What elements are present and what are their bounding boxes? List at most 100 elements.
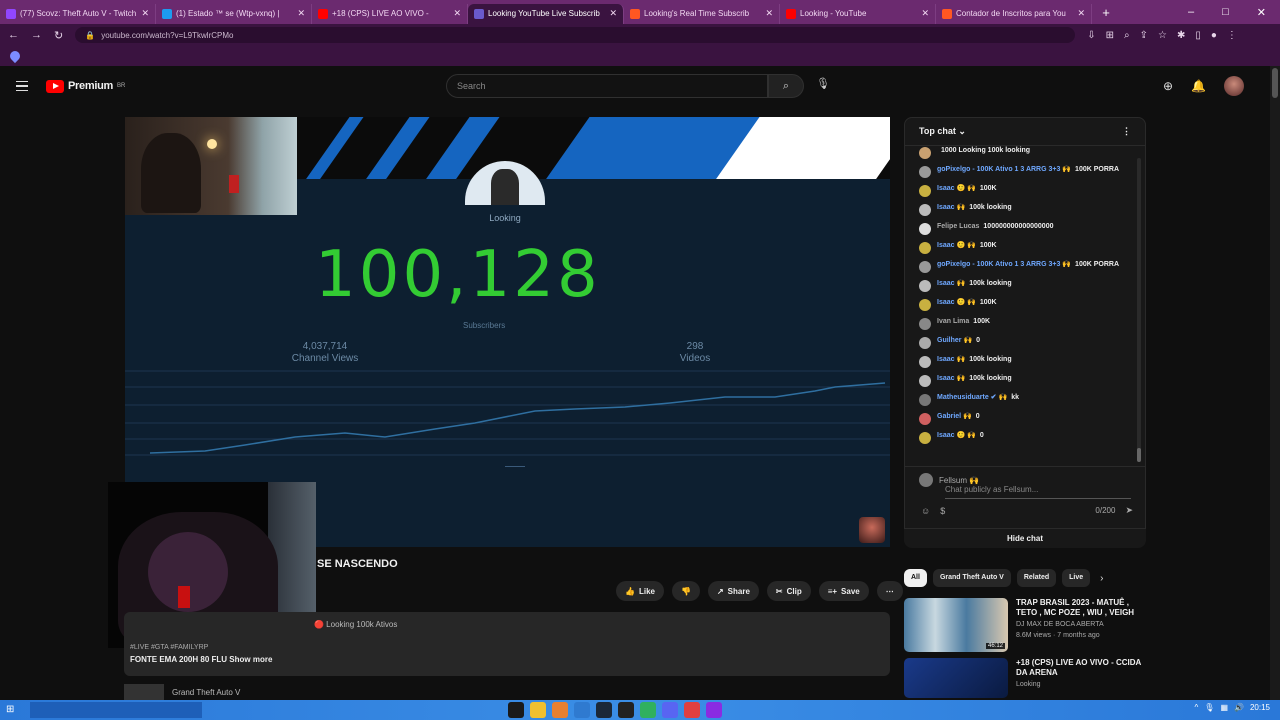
chat-avatar[interactable] [919,242,931,254]
address-bar[interactable]: 🔒 youtube.com/watch?v=L9TkwlrCPMo [75,27,1076,43]
app-icon[interactable] [640,702,656,718]
filter-chip[interactable]: Live [1062,569,1091,587]
minimize-button[interactable]: – [1188,6,1194,18]
tab-close-icon[interactable]: ✕ [453,8,461,19]
chat-avatar[interactable] [919,356,931,368]
microphone-icon[interactable]: 🎙 [816,77,830,93]
chat-author[interactable]: Isaac 🙂 🙌 [937,242,976,249]
chat-mode-dropdown[interactable]: Top chat ⌄ [919,126,966,137]
save-button[interactable]: ≡+ Save [818,581,869,601]
extensions-icon[interactable]: ✱ [1177,30,1185,41]
tab-close-icon[interactable]: ✕ [297,8,305,19]
filter-chip[interactable]: Grand Theft Auto V [932,569,1011,587]
menu-icon[interactable]: ⋮ [1227,30,1237,41]
file-explorer-icon[interactable] [530,702,546,718]
network-icon[interactable]: ▦ [1220,703,1228,712]
chat-author[interactable]: Isaac 🙌 [937,375,965,382]
browser-tab[interactable]: (77) Scovz: Theft Auto V - Twitch ✕ [0,3,156,24]
tab-close-icon[interactable]: ✕ [1077,8,1085,19]
close-window-button[interactable]: ✕ [1257,6,1266,19]
browser-tab[interactable]: (1) Estado ™ se (Wtp-vxnq) | ✕ [156,3,312,24]
chat-avatar[interactable] [919,413,931,425]
chevron-up-icon[interactable]: ^ [1195,703,1199,712]
app-icon[interactable] [552,702,568,718]
app-icon[interactable] [706,702,722,718]
chat-avatar[interactable] [919,318,931,330]
recommendation-title[interactable]: TRAP BRASIL 2023 - MATUÊ , TETO , MC POZ… [1016,598,1144,618]
recommendation-title[interactable]: +18 (CPS) LIVE AO VIVO - CCIDA DA ARENA [1016,658,1144,678]
chat-avatar[interactable] [919,394,931,406]
chat-scrollbar[interactable] [1137,158,1141,462]
create-icon[interactable]: ⊕ [1163,79,1173,93]
chat-author[interactable]: goPixelgo - 100K Ativo 1 3 ARRG 3+3 🙌 [937,261,1071,268]
bookmark-star-icon[interactable]: ☆ [1158,30,1167,41]
share-button[interactable]: ↗ Share [707,581,759,601]
forward-icon[interactable]: → [31,29,42,41]
chat-author[interactable]: Isaac 🙂 🙌 [937,432,976,439]
tab-close-icon[interactable]: ✕ [765,8,773,19]
back-icon[interactable]: ← [8,29,19,41]
chrome-icon[interactable] [684,702,700,718]
chat-avatar[interactable] [919,261,931,273]
chat-author[interactable]: Isaac 🙌 [937,280,965,287]
chat-avatar[interactable] [919,375,931,387]
chat-more-icon[interactable]: ⋮ [1122,126,1131,137]
install-icon[interactable]: ⇩ [1087,30,1095,41]
browser-tab[interactable]: Looking - YouTube ✕ [780,3,936,24]
browser-tab[interactable]: Looking YouTube Live Subscrib ✕ [468,3,624,24]
browser-tab[interactable]: Looking's Real Time Subscrib ✕ [624,3,780,24]
recommendation-thumbnail[interactable]: 46:12 [904,598,1008,652]
emoji-icon[interactable]: ☺ [921,506,930,516]
account-avatar[interactable] [1224,76,1244,96]
notifications-icon[interactable]: 🔔 [1191,79,1206,93]
page-scrollbar[interactable] [1270,66,1280,700]
recommendation-thumbnail[interactable] [904,658,1008,698]
more-actions-button[interactable]: ⋯ [876,581,903,601]
chat-author[interactable]: Isaac 🙌 [937,204,965,211]
profile-icon[interactable]: ● [1211,30,1217,41]
description-hashtags[interactable]: #LIVE #GTA #FAMILYRP [130,644,208,651]
tab-close-icon[interactable]: ✕ [609,8,617,19]
browser-tab[interactable]: Contador de Inscritos para You ✕ [936,3,1092,24]
zoom-icon[interactable]: ⌕ [1124,30,1130,41]
mic-tray-icon[interactable]: 🎙 [1204,703,1214,712]
like-button[interactable]: 👍 Like [616,581,664,601]
clock[interactable]: 20:15 [1250,703,1270,712]
game-card[interactable]: Grand Theft Auto V [124,684,890,700]
hamburger-menu-icon[interactable] [16,80,28,92]
chat-author[interactable]: Ivan Lima [937,318,969,325]
reload-icon[interactable]: ↻ [54,29,63,42]
chat-input[interactable]: Chat publicly as Fellsum... [945,485,1131,499]
translate-icon[interactable]: ⊞ [1106,30,1114,41]
chat-avatar[interactable] [919,204,931,216]
clip-button[interactable]: ✂ Clip [766,581,811,601]
chat-author[interactable]: Gabriel 🙌 [937,413,972,420]
hide-chat-button[interactable]: Hide chat [904,528,1146,548]
chat-avatar[interactable] [919,223,931,235]
chat-avatar[interactable] [919,337,931,349]
tab-close-icon[interactable]: ✕ [141,8,149,19]
filter-chip[interactable]: All [904,569,927,587]
new-tab-button[interactable]: + [1096,5,1116,20]
chat-author[interactable]: goPixelgo - 100K Ativo 1 3 ARRG 3+3 🙌 [937,166,1071,173]
chat-author[interactable]: Isaac 🙌 [937,356,965,363]
chat-avatar[interactable] [919,185,931,197]
show-more-link[interactable]: Show more [229,655,272,664]
maximize-button[interactable]: □ [1222,6,1229,18]
super-chat-icon[interactable]: $ [940,506,945,516]
chat-author[interactable]: Felipe Lucas [937,223,979,230]
youtube-logo[interactable]: Premium BR [46,79,125,93]
chat-author[interactable]: Matheusiduarte ✔ 🙌 [937,394,1007,401]
chat-avatar[interactable] [919,147,931,159]
chat-author[interactable]: Isaac 🙂 🙌 [937,185,976,192]
chevron-right-icon[interactable]: › [1100,573,1103,584]
chat-avatar[interactable] [919,280,931,292]
app-icon[interactable] [618,702,634,718]
chat-avatar[interactable] [919,432,931,444]
chat-avatar[interactable] [919,166,931,178]
chat-author[interactable]: Isaac 🙂 🙌 [937,299,976,306]
search-button[interactable]: ⌕ [768,74,804,98]
chat-avatar[interactable] [919,299,931,311]
search-input[interactable]: Search [446,74,768,98]
dislike-button[interactable]: 👎 [671,581,700,601]
